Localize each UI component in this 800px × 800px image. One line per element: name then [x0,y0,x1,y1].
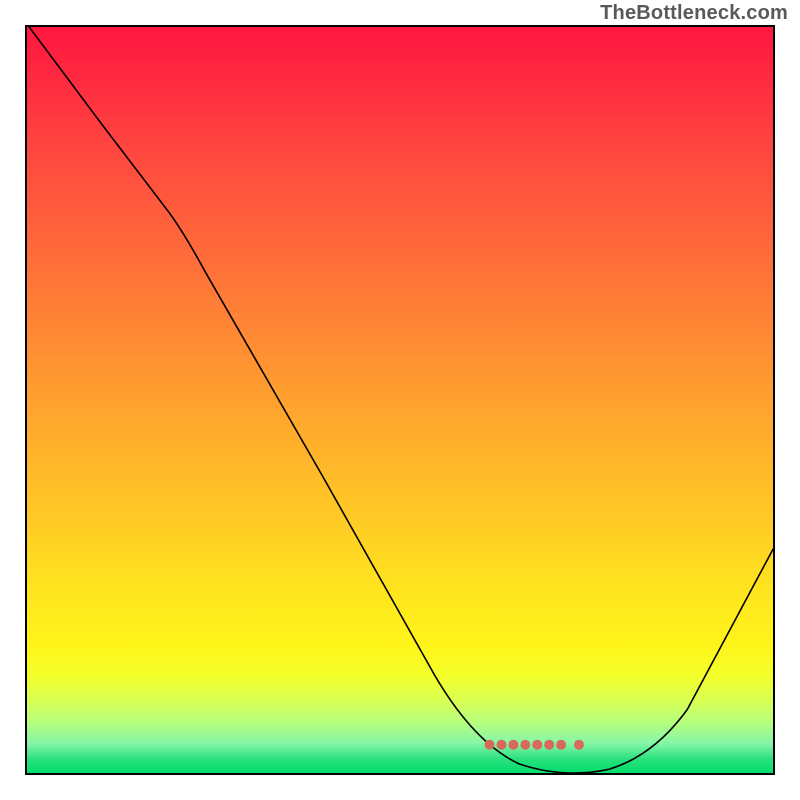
optimal-dot [574,740,584,750]
watermark-text: TheBottleneck.com [600,2,788,25]
bottleneck-curve [27,27,773,773]
optimal-dot [520,740,530,750]
optimal-dot [544,740,554,750]
optimal-dot [497,740,507,750]
optimal-dot [485,740,495,750]
curve-path [29,27,773,773]
optimal-dot [532,740,542,750]
plot-area [25,25,775,775]
optimal-dot [508,740,518,750]
optimal-range-dots [485,740,585,750]
optimal-dot [556,740,566,750]
chart-container: TheBottleneck.com [0,0,800,800]
